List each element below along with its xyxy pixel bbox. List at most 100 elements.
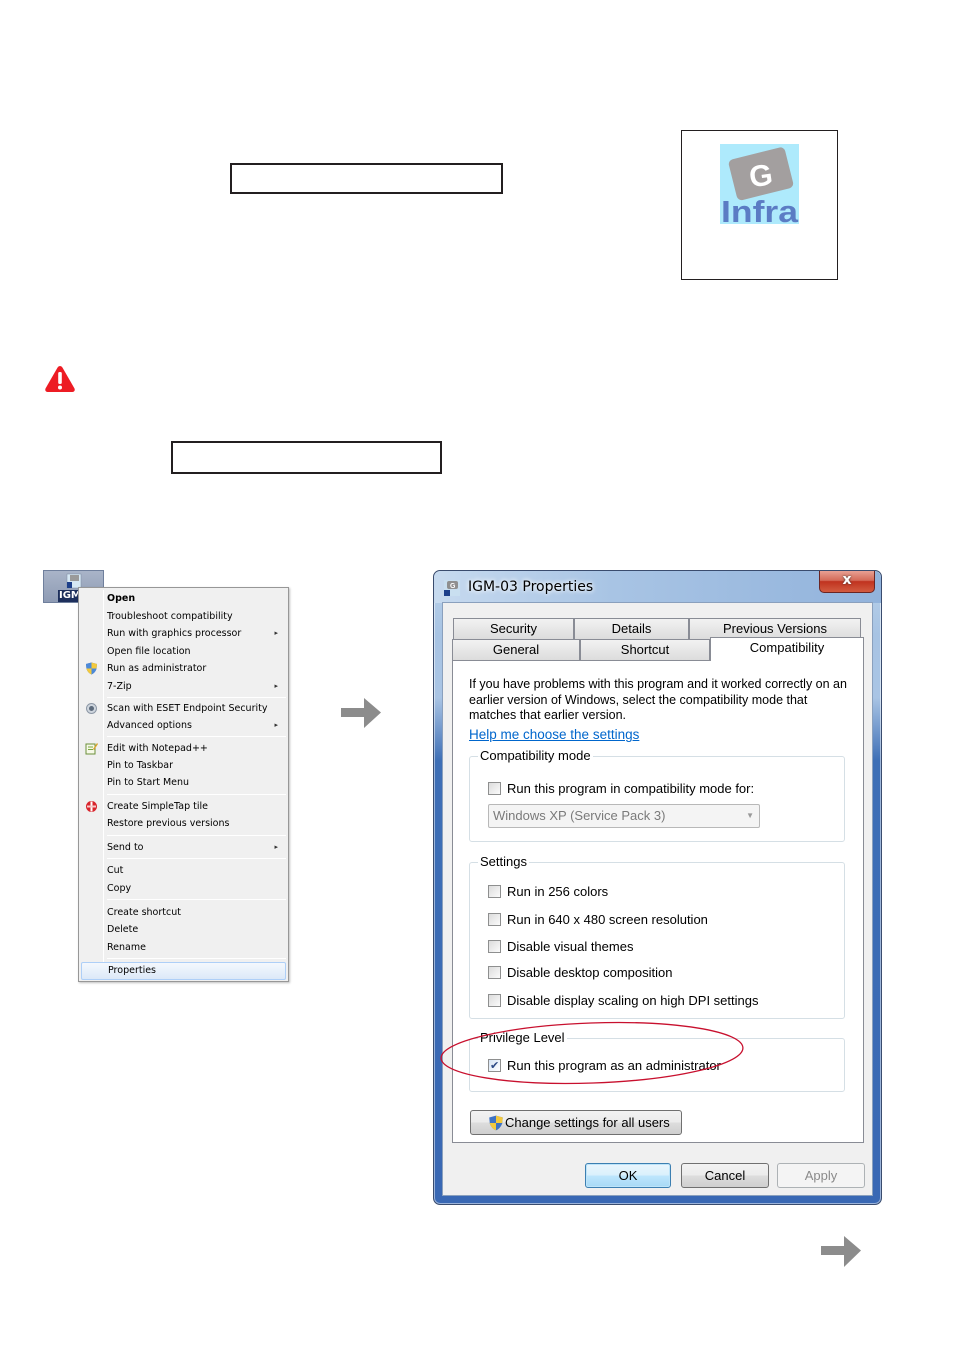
tab-general[interactable]: General	[452, 639, 580, 660]
logo-word: Infra	[721, 194, 799, 224]
logo-frame: G Infra	[681, 130, 838, 280]
tab-label: Compatibility	[749, 640, 825, 655]
chevron-down-icon: ▼	[746, 811, 754, 820]
menu-item-pin-start[interactable]: Pin to Start Menu	[81, 774, 286, 791]
tab-security[interactable]: Security	[453, 618, 574, 639]
tab-label: Details	[611, 621, 652, 636]
checkbox[interactable]	[488, 993, 501, 1007]
menu-item-label: Troubleshoot compatibility	[107, 610, 233, 622]
checkbox[interactable]	[488, 966, 501, 979]
menu-item-run-as-admin[interactable]: Run as administrator	[81, 660, 286, 677]
submenu-arrow-icon: ▸	[274, 720, 278, 729]
menu-item-properties[interactable]: Properties	[81, 962, 286, 980]
menu-item-label: Run with graphics processor	[107, 628, 242, 639]
menu-item-label: Properties	[108, 965, 157, 976]
checkbox-label: Disable visual themes	[507, 938, 634, 954]
menu-item-pin-taskbar[interactable]: Pin to Taskbar	[81, 757, 286, 774]
compat-mode-checkbox[interactable]	[488, 782, 501, 795]
intro-text: If you have problems with this program a…	[469, 677, 847, 722]
menu-item-label: Send to	[107, 841, 144, 853]
dialog-body: Security Details Previous Versions Gener…	[442, 602, 873, 1196]
blank-field-1	[230, 163, 503, 194]
tab-label: Shortcut	[620, 642, 670, 657]
menu-item-delete[interactable]: Delete	[81, 921, 286, 938]
compatibility-panel: If you have problems with this program a…	[452, 660, 864, 1143]
menu-item-send-to[interactable]: Send to ▸	[81, 839, 286, 856]
menu-separator	[107, 736, 286, 737]
menu-item-eset-scan[interactable]: Scan with ESET Endpoint Security	[81, 700, 286, 717]
tab-shortcut[interactable]: Shortcut	[580, 639, 710, 660]
submenu-arrow-icon: ▸	[274, 629, 278, 637]
checkbox-label: Run in 640 x 480 screen resolution	[507, 911, 708, 927]
os-version-select[interactable]: Windows XP (Service Pack 3) ▼	[488, 804, 760, 828]
menu-separator	[107, 958, 286, 959]
menu-item-run-gpu[interactable]: Run with graphics processor ▸	[81, 625, 286, 642]
menu-item-7zip[interactable]: 7-Zip ▸	[81, 678, 286, 695]
warning-icon	[45, 366, 75, 392]
apply-button[interactable]: Apply	[777, 1163, 865, 1188]
help-link[interactable]: Help me choose the settings	[469, 727, 639, 742]
submenu-arrow-icon: ▸	[274, 681, 278, 690]
checkbox-label: Disable desktop composition	[507, 965, 673, 980]
group-label: Settings	[478, 854, 529, 869]
compatibility-mode-group: Compatibility mode Run this program in c…	[469, 748, 845, 842]
menu-item-rename[interactable]: Rename	[81, 939, 286, 956]
button-label: Change settings for all users	[505, 1115, 670, 1130]
menu-item-label: Run as administrator	[107, 663, 207, 674]
menu-separator	[107, 697, 286, 698]
notepad-plus-icon	[85, 742, 98, 754]
context-menu: Open Troubleshoot compatibility Run with…	[78, 587, 289, 982]
menu-item-label: Edit with Notepad++	[107, 742, 208, 754]
menu-separator	[107, 858, 286, 859]
menu-separator	[107, 899, 286, 900]
change-settings-all-users-button[interactable]: Change settings for all users	[470, 1110, 682, 1135]
checkbox-label: Run this program in compatibility mode f…	[507, 781, 755, 796]
menu-item-simpletap[interactable]: Create SimpleTap tile	[81, 798, 286, 815]
menu-item-advanced-options[interactable]: Advanced options ▸	[81, 717, 286, 734]
checkbox[interactable]	[488, 939, 501, 953]
dialog-title: IGM-03 Properties	[468, 579, 594, 595]
ok-button[interactable]: OK	[585, 1163, 671, 1188]
close-button[interactable]: x	[819, 571, 875, 593]
group-label: Privilege Level	[478, 1030, 567, 1045]
checkbox-label: Run in 256 colors	[507, 884, 609, 899]
privilege-level-group: Privilege Level Run this program as an a…	[469, 1030, 845, 1092]
menu-item-label: Delete	[107, 924, 139, 935]
tab-previous-versions[interactable]: Previous Versions	[689, 618, 861, 639]
cancel-button[interactable]: Cancel	[681, 1163, 769, 1188]
menu-item-label: Restore previous versions	[107, 818, 230, 829]
menu-item-open-file-location[interactable]: Open file location	[81, 643, 286, 660]
menu-item-label: Rename	[107, 941, 146, 953]
close-icon: x	[842, 572, 852, 588]
eset-icon	[86, 703, 97, 714]
blank-field-2	[171, 441, 442, 474]
menu-item-create-shortcut[interactable]: Create shortcut	[81, 904, 286, 921]
menu-item-label: Create SimpleTap tile	[107, 800, 208, 812]
properties-dialog: G IGM-03 Properties x Security Details P…	[433, 570, 882, 1205]
menu-item-label: Pin to Taskbar	[107, 759, 174, 771]
tab-details[interactable]: Details	[574, 618, 689, 639]
menu-separator	[107, 794, 286, 795]
menu-item-label: Cut	[107, 865, 124, 876]
menu-separator	[107, 835, 286, 836]
menu-item-open[interactable]: Open	[81, 590, 286, 607]
menu-item-cut[interactable]: Cut	[81, 862, 286, 879]
checkbox-label: Run this program as an administrator	[507, 1058, 721, 1073]
dialog-title-bar[interactable]: G IGM-03 Properties x	[434, 571, 881, 603]
checkbox[interactable]	[488, 885, 501, 898]
tab-compatibility[interactable]: Compatibility	[710, 637, 864, 661]
group-label: Compatibility mode	[478, 748, 593, 763]
menu-item-troubleshoot[interactable]: Troubleshoot compatibility	[81, 608, 286, 625]
checkbox[interactable]	[488, 912, 501, 926]
menu-item-label: Scan with ESET Endpoint Security	[107, 703, 268, 714]
menu-item-restore-versions[interactable]: Restore previous versions	[81, 815, 286, 832]
submenu-arrow-icon: ▸	[274, 842, 278, 851]
logo-letter: G	[747, 158, 775, 194]
menu-item-copy[interactable]: Copy	[81, 880, 286, 897]
settings-group: Settings Run in 256 colors Run in 640 x …	[469, 854, 845, 1019]
select-value: Windows XP (Service Pack 3)	[493, 808, 666, 823]
menu-item-label: 7-Zip	[107, 680, 132, 692]
menu-item-notepad-plus[interactable]: Edit with Notepad++	[81, 740, 286, 757]
run-as-admin-checkbox[interactable]	[488, 1058, 501, 1073]
svg-text:G: G	[450, 583, 456, 590]
